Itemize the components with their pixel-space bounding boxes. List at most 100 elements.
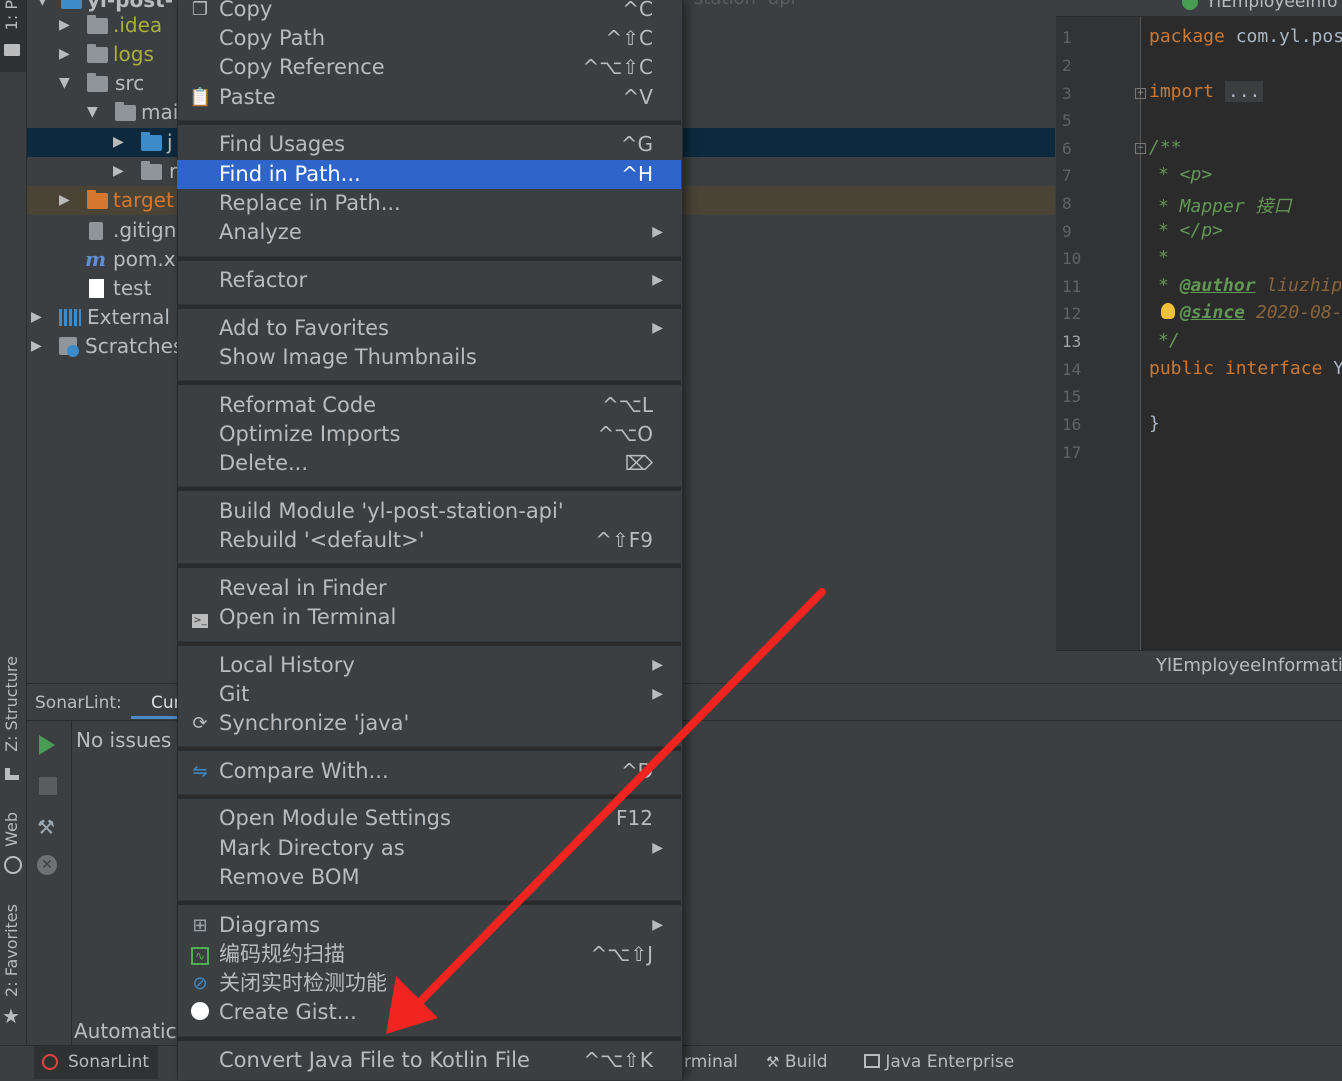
menu-item-reformat-code[interactable]: Reformat Code ^⌥L	[177, 391, 681, 420]
menu-item-open-in-terminal[interactable]: >_ Open in Terminal	[177, 603, 681, 632]
menu-label: Analyze	[219, 220, 302, 244]
menu-item-analyze[interactable]: Analyze ▶	[177, 218, 681, 247]
editor-breadcrumb[interactable]: YlEmployeeInformatio	[1056, 650, 1342, 683]
sonarlint-toolbar: ⚒ ✕	[27, 721, 72, 1045]
tree-row-test[interactable]: test	[27, 274, 177, 303]
editor-tab-title[interactable]: YlEmployeeInfo	[1206, 0, 1337, 12]
submenu-arrow-icon: ▶	[652, 917, 663, 933]
tree-row-target[interactable]: ▶ target	[27, 186, 177, 215]
menu-item-git[interactable]: Git ▶	[177, 680, 681, 709]
diagram-icon: ⊞	[192, 915, 208, 936]
tree-label: logs	[113, 42, 154, 66]
menu-item-add-to-favorites[interactable]: Add to Favorites ▶	[177, 314, 681, 343]
menu-item-reveal-in-finder[interactable]: Reveal in Finder	[177, 574, 681, 603]
tree-row-pom[interactable]: m pom.x	[27, 245, 177, 274]
terminal-tool-button[interactable]: rminal	[684, 1052, 738, 1072]
menu-item-open-module-settings[interactable]: Open Module Settings F12	[177, 804, 681, 833]
tree-row-main[interactable]: ▼ mai	[27, 98, 178, 127]
tree-label: r	[169, 159, 178, 183]
menu-item-show-image-thumbnails[interactable]: Show Image Thumbnails	[177, 343, 681, 372]
project-tab-label: 1: P	[2, 0, 21, 31]
menu-item-find-usages[interactable]: Find Usages ^G	[177, 130, 681, 159]
menu-item-compare-with[interactable]: ⇋ Compare With... ^D	[177, 757, 681, 786]
menu-label: Rebuild '<default>'	[219, 528, 425, 552]
menu-item-convert-to-kotlin[interactable]: Convert Java File to Kotlin File ^⌥⇧K	[177, 1046, 681, 1075]
menu-item-refactor[interactable]: Refactor ▶	[177, 266, 681, 295]
menu-item-close-realtime-detection[interactable]: ⊘ 关闭实时检测功能	[177, 969, 681, 998]
menu-item-build-module[interactable]: Build Module 'yl-post-station-api'	[177, 497, 681, 526]
menu-item-copy[interactable]: ❐ Copy ^C	[177, 0, 681, 24]
code-line: * Mapper 接口	[1158, 196, 1292, 217]
menu-separator	[177, 900, 681, 905]
menu-separator	[177, 794, 681, 799]
sonarlint-tool-button[interactable]: SonarLint	[34, 1046, 158, 1079]
menu-label: Open in Terminal	[219, 605, 397, 629]
menu-separator	[177, 120, 681, 125]
menu-item-local-history[interactable]: Local History ▶	[177, 651, 681, 680]
breadcrumb-label: YlEmployeeInformatio	[1156, 655, 1342, 676]
gitignore-file-icon	[89, 222, 103, 240]
line-number: 1	[1062, 28, 1072, 47]
submenu-arrow-icon: ▶	[652, 272, 663, 288]
code-text: Yl	[1333, 358, 1342, 379]
menu-item-copy-reference[interactable]: Copy Reference ^⌥⇧C	[177, 53, 681, 82]
code-fold-placeholder[interactable]: ...	[1224, 81, 1264, 102]
menu-item-delete[interactable]: Delete... ⌦	[177, 449, 681, 478]
menu-label: 关闭实时检测功能	[219, 971, 387, 995]
code-line: /**	[1149, 137, 1182, 158]
status-label: SonarLint	[68, 1052, 150, 1072]
menu-item-replace-in-path[interactable]: Replace in Path...	[177, 189, 681, 218]
stop-icon[interactable]	[39, 777, 57, 795]
tree-row-gitignore[interactable]: .gitign	[27, 216, 177, 245]
code-line: }	[1149, 413, 1160, 434]
menu-label: Copy	[219, 0, 273, 21]
menu-separator	[177, 486, 681, 491]
interface-icon	[1182, 0, 1198, 10]
code-text: com.yl.pos	[1235, 26, 1342, 47]
code-line: *	[1158, 247, 1169, 268]
sync-icon: ⟳	[192, 713, 208, 734]
favorites-tool-tab[interactable]: 2: Favorites ★	[0, 904, 26, 1030]
menu-label: Replace in Path...	[219, 191, 401, 215]
project-tool-tab[interactable]: 1: P	[0, 0, 26, 72]
menu-item-diagrams[interactable]: ⊞ Diagrams ▶	[177, 911, 681, 940]
lightbulb-icon[interactable]	[1161, 303, 1175, 319]
tree-row-java[interactable]: ▶ j	[27, 128, 177, 157]
line-number: 2	[1062, 56, 1072, 75]
doc-value: 2020-08-	[1255, 302, 1342, 323]
chevron-right-icon: ▶	[59, 192, 70, 208]
tree-row-scratches[interactable]: ▶ Scratches	[27, 332, 183, 361]
menu-item-find-in-path[interactable]: Find in Path... ^H	[177, 160, 681, 189]
menu-item-rebuild[interactable]: Rebuild '<default>' ^⇧F9	[177, 526, 681, 555]
build-tool-button[interactable]: ⚒ Build	[766, 1052, 828, 1072]
menu-item-synchronize[interactable]: ⟳ Synchronize 'java'	[177, 709, 681, 738]
java-enterprise-tool-button[interactable]: Java Enterprise	[864, 1052, 1014, 1072]
menu-item-paste[interactable]: 📋 Paste ^V	[177, 83, 681, 112]
line-number: 17	[1062, 443, 1082, 462]
menu-shortcut: ^⌥L	[602, 393, 653, 417]
tree-row-idea[interactable]: ▶ .idea	[27, 11, 177, 40]
tree-row-resources[interactable]: ▶ r	[27, 157, 177, 186]
no-issues-label: No issues	[76, 728, 172, 752]
structure-tool-tab[interactable]: Z: Structure	[0, 656, 26, 786]
fold-icon: +	[1135, 88, 1146, 99]
sonarlint-tab-title: SonarLint:	[35, 693, 122, 713]
menu-item-code-scan[interactable]: ∿ 编码规约扫描 ^⌥⇧J	[177, 940, 681, 969]
menu-item-create-gist[interactable]: Create Gist...	[177, 998, 681, 1027]
tree-row-external-libraries[interactable]: ▶ External L	[27, 303, 187, 332]
menu-label: Compare With...	[219, 759, 389, 783]
structure-tab-label: Z: Structure	[2, 656, 21, 752]
scan-icon: ∿	[189, 944, 211, 966]
play-icon[interactable]	[39, 735, 55, 755]
clear-icon[interactable]: ✕	[37, 855, 57, 875]
menu-item-remove-bom[interactable]: Remove BOM	[177, 863, 681, 892]
tree-row-src[interactable]: ▼ src	[27, 69, 177, 98]
tree-row-logs[interactable]: ▶ logs	[27, 40, 177, 69]
menu-item-mark-directory-as[interactable]: Mark Directory as ▶	[177, 834, 681, 863]
menu-item-optimize-imports[interactable]: Optimize Imports ^⌥O	[177, 420, 681, 449]
tools-icon[interactable]: ⚒	[37, 815, 55, 839]
web-tool-tab[interactable]: Web	[0, 812, 26, 876]
menu-label: Copy Path	[219, 26, 326, 50]
chevron-right-icon: ▶	[31, 338, 42, 354]
menu-item-copy-path[interactable]: Copy Path ^⇧C	[177, 24, 681, 53]
